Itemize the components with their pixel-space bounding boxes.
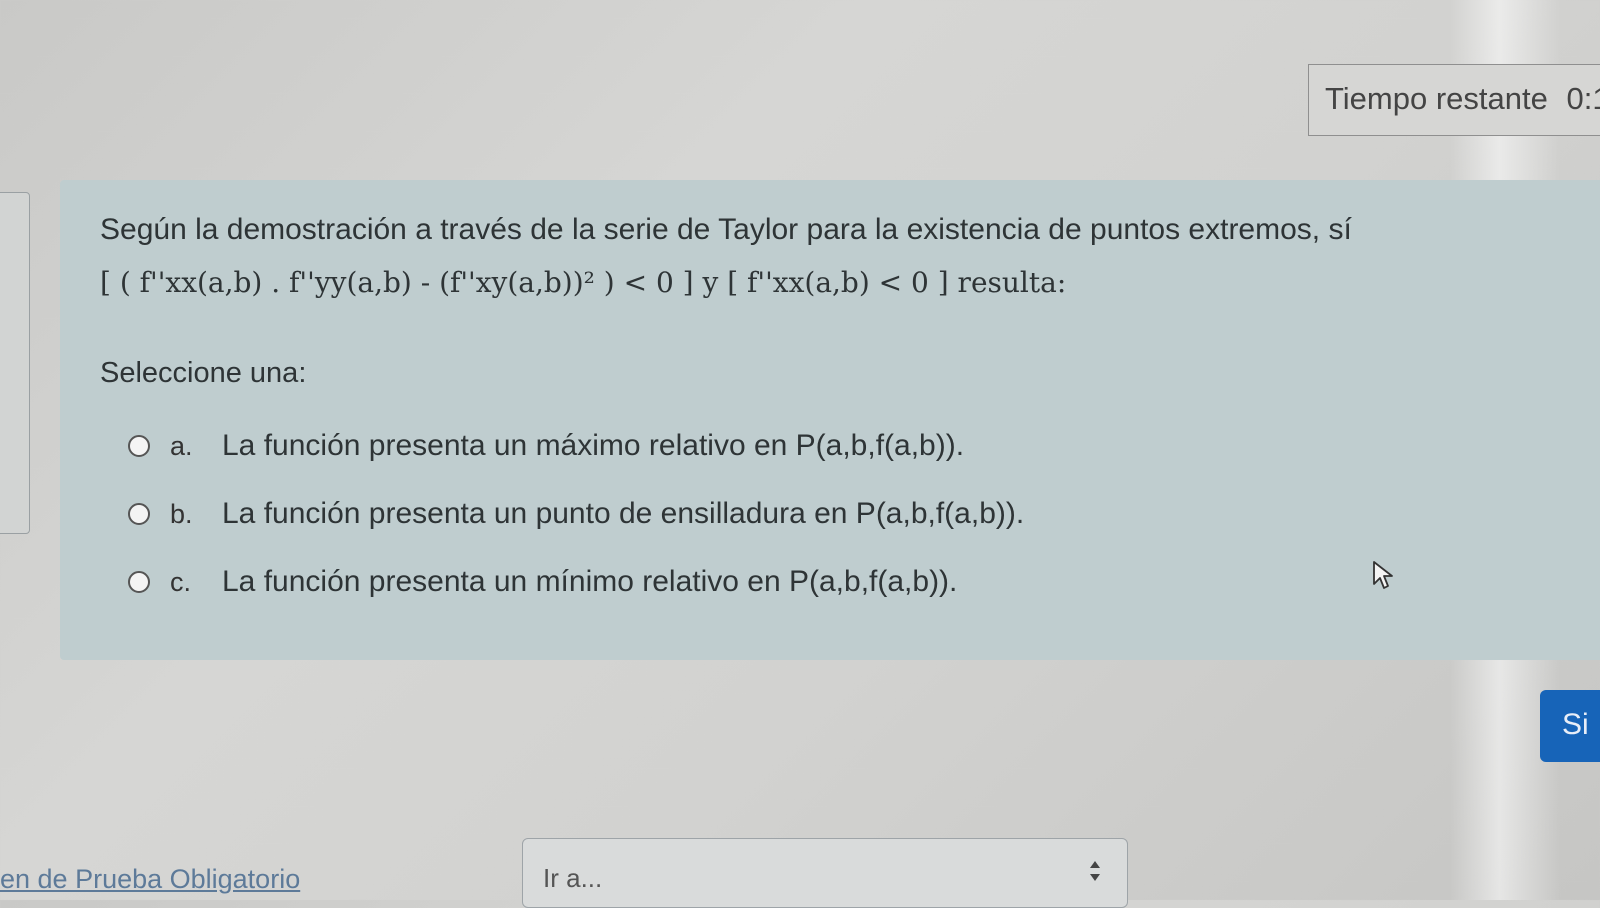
select-prompt: Seleccione una: [100, 357, 307, 389]
up-down-arrows-icon [1090, 861, 1100, 881]
jump-to-select[interactable]: Ir a... [522, 838, 1128, 908]
radio-unchecked-icon[interactable] [128, 571, 150, 593]
timer-box: Tiempo restante 0:1 [1308, 64, 1600, 136]
option-letter: a. [170, 430, 193, 461]
radio-unchecked-icon[interactable] [128, 435, 150, 457]
jump-to-value: Ir a... [543, 863, 603, 893]
option-letter: b. [170, 498, 193, 529]
option-c[interactable]: c. La función presenta un mínimo relativ… [128, 548, 1580, 616]
timer-value: 0:1 [1566, 81, 1600, 116]
question-text: Según la demostración a través de la ser… [100, 213, 1352, 246]
timer-label: Tiempo restante [1325, 81, 1548, 116]
next-page-button[interactable]: Si [1540, 690, 1600, 762]
answer-options: a. La función presenta un máximo relativ… [100, 412, 1580, 616]
quiz-navigation-panel-edge[interactable] [0, 192, 30, 534]
question-card: Según la demostración a través de la ser… [60, 180, 1600, 660]
option-text: La función presenta un mínimo relativo e… [222, 565, 958, 598]
mouse-pointer-icon [1373, 561, 1393, 589]
radio-unchecked-icon[interactable] [128, 503, 150, 525]
question-formula: [ ( f''xx(a,b) . f''yy(a,b) - (f''xy(a,b… [100, 266, 1067, 299]
option-text: La función presenta un máximo relativo e… [222, 429, 965, 462]
option-text: La función presenta un punto de ensillad… [222, 497, 1025, 530]
previous-activity-link[interactable]: en de Prueba Obligatorio [0, 864, 300, 895]
option-letter: c. [170, 566, 192, 597]
option-a[interactable]: a. La función presenta un máximo relativ… [128, 412, 1580, 480]
option-b[interactable]: b. La función presenta un punto de ensil… [128, 480, 1580, 548]
